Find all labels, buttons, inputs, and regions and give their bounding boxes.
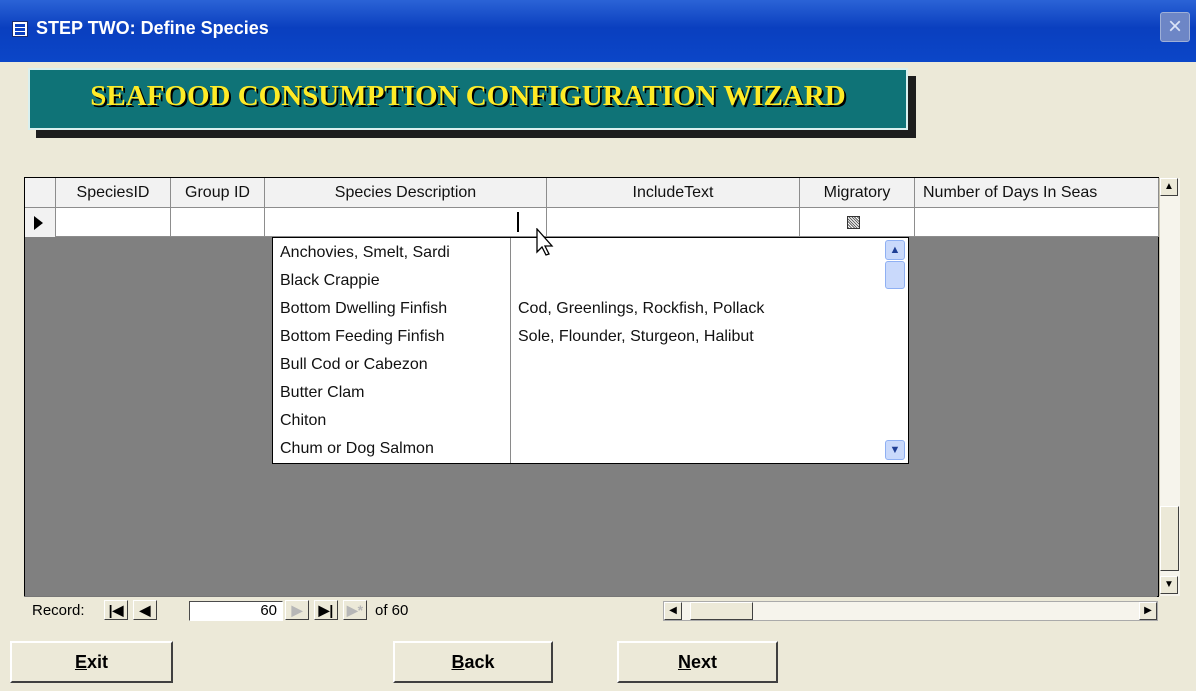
back-access-key: B [451,652,465,672]
record-selector[interactable] [25,208,56,237]
include-text-cell[interactable] [547,208,800,237]
column-header-species-description[interactable]: Species Description [265,178,547,208]
next-label: ext [690,652,717,672]
list-item-include-text[interactable]: Sole, Flounder, Sturgeon, Halibut [518,325,754,349]
scroll-right-button[interactable]: ▶ [1139,602,1157,620]
form-icon [12,21,28,37]
exit-label: xit [87,652,109,672]
record-number-input[interactable]: 60 [189,601,283,621]
scroll-left-button[interactable]: ◀ [664,602,682,620]
column-header-include-text[interactable]: IncludeText [547,178,800,208]
list-item[interactable]: Chiton [280,409,326,433]
next-button[interactable]: Next [617,641,778,683]
dropdown-name-column: Anchovies, Smelt, Sardi Black Crappie Bo… [273,238,511,463]
current-record-icon [34,216,43,230]
first-record-button[interactable]: |◀ [104,600,128,620]
list-item[interactable]: Chum or Dog Salmon [280,437,434,461]
table-row[interactable] [25,208,1159,237]
record-count: of 60 [375,602,409,619]
close-button[interactable]: × [1160,12,1190,42]
list-item[interactable]: Butter Clam [280,381,364,405]
previous-record-button[interactable]: ◀ [133,600,157,620]
list-item[interactable]: Black Crappie [280,269,380,293]
horizontal-scrollbar[interactable]: ◀ ▶ [663,601,1158,621]
vertical-scrollbar[interactable]: ▲ ▼ [1159,178,1180,596]
species-dropdown-list[interactable]: Anchovies, Smelt, Sardi Black Crappie Bo… [272,237,909,464]
list-item[interactable]: Bull Cod or Cabezon [280,353,428,377]
days-cell[interactable] [915,208,1159,237]
text-caret [517,212,519,232]
scroll-up-button[interactable]: ▲ [1160,178,1178,196]
header-corner [25,178,56,208]
mouse-cursor-icon [536,228,554,256]
column-header-group-id[interactable]: Group ID [171,178,265,208]
exit-access-key: E [74,652,87,672]
scroll-thumb[interactable] [1160,506,1179,571]
window-title: STEP TWO: Define Species [36,18,269,38]
dropdown-scroll-up-button[interactable]: ▲ [885,240,905,260]
species-id-cell[interactable] [56,208,171,237]
record-label: Record: [32,602,85,619]
last-record-button[interactable]: ▶| [314,600,338,620]
list-item[interactable]: Bottom Feeding Finfish [280,325,445,349]
column-header-days-in-season[interactable]: Number of Days In Seas [915,178,1159,208]
dropdown-scroll-thumb[interactable] [885,261,905,289]
wizard-banner: SEAFOOD CONSUMPTION CONFIGURATION WIZARD [28,68,908,130]
species-description-combo[interactable] [265,208,547,237]
dropdown-scroll-down-button[interactable]: ▼ [885,440,905,460]
banner-title: SEAFOOD CONSUMPTION CONFIGURATION WIZARD [90,80,846,112]
scroll-down-button[interactable]: ▼ [1160,576,1178,594]
title-bar: STEP TWO: Define Species × [0,0,1196,62]
dropdown-scrollbar[interactable]: ▲ ▼ [884,238,907,463]
column-header-migratory[interactable]: Migratory [800,178,915,208]
column-header-species-id[interactable]: SpeciesID [56,178,171,208]
list-item[interactable]: Anchovies, Smelt, Sardi [280,241,450,265]
migratory-checkbox[interactable] [847,216,860,229]
next-access-key: N [677,652,691,672]
record-navigation: Record: |◀ ◀ 60 ▶ ▶| ▶* of 60 ◀ ▶ [24,596,1158,625]
back-button[interactable]: Back [393,641,553,683]
back-label: ack [464,652,495,672]
new-record-button[interactable]: ▶* [343,600,367,620]
list-item-include-text[interactable]: Cod, Greenlings, Rockfish, Pollack [518,297,764,321]
list-item[interactable]: Bottom Dwelling Finfish [280,297,447,321]
grid-header: SpeciesID Group ID Species Description I… [25,178,1159,208]
next-record-button[interactable]: ▶ [285,600,309,620]
horizontal-scroll-thumb[interactable] [690,602,753,620]
group-id-cell[interactable] [171,208,265,237]
exit-button[interactable]: Exit [10,641,173,683]
